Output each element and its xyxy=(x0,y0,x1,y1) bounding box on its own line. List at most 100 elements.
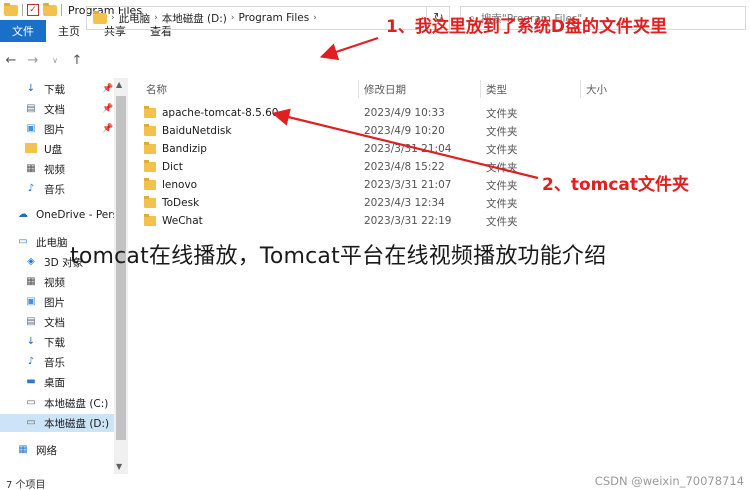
sidebar-item-videos[interactable]: ▦ 视频 xyxy=(24,273,65,291)
sidebar-item-music[interactable]: ♪ 音乐 xyxy=(24,180,65,198)
sidebar-item-drive-d[interactable]: ▭ 本地磁盘 (D:) xyxy=(0,414,114,432)
back-button[interactable]: ← xyxy=(0,53,22,68)
cube-icon: ◈ xyxy=(27,256,35,267)
annotation-note-1: 1、我这里放到了系统D盘的文件夹里 xyxy=(386,17,667,37)
drive-icon: ▭ xyxy=(26,417,36,428)
sidebar-item-videos[interactable]: ▦ 视频 xyxy=(24,160,65,178)
properties-icon[interactable]: ✓ xyxy=(27,4,39,16)
sidebar-item-pictures[interactable]: ▣ 图片 xyxy=(24,293,65,311)
recent-locations-icon[interactable]: ∨ xyxy=(44,56,66,65)
picture-icon: ▣ xyxy=(26,123,36,134)
sidebar-item-this-pc[interactable]: ▭ 此电脑 xyxy=(16,233,67,251)
chevron-right-icon[interactable]: › xyxy=(154,13,158,23)
sidebar-item-downloads[interactable]: ↓ 下载 xyxy=(24,80,65,98)
breadcrumb-this-pc[interactable]: 此电脑 xyxy=(119,11,151,26)
divider xyxy=(61,4,62,16)
music-icon: ♪ xyxy=(27,183,35,194)
navigation-pane: ↓ 下载 📌 ▤ 文档 📌 ▣ 图片 📌 U盘 ▦ 视频 ♪ 音乐 ☁ OneD… xyxy=(0,78,128,474)
column-header-type[interactable]: 类型 xyxy=(486,82,507,97)
navigation-bar: ← → ∨ ↑ xyxy=(0,42,750,78)
file-type: 文件夹 xyxy=(486,107,518,120)
item-count: 7 个项目 xyxy=(6,480,46,490)
column-header-date[interactable]: 修改日期 xyxy=(364,82,406,97)
divider xyxy=(22,4,23,16)
file-date: 2023/3/31 21:04 xyxy=(364,143,452,155)
sidebar-item-pictures[interactable]: ▣ 图片 xyxy=(24,120,65,138)
file-name: lenovo xyxy=(162,179,198,191)
file-name: Bandizip xyxy=(162,143,207,155)
folder-icon xyxy=(144,214,156,226)
breadcrumb-program-files[interactable]: Program Files xyxy=(238,12,309,24)
forward-button[interactable]: → xyxy=(22,53,44,68)
table-row[interactable]: ToDesk 2023/4/3 12:34 文件夹 xyxy=(140,194,610,212)
sidebar-item-music[interactable]: ♪ 音乐 xyxy=(24,353,65,371)
folder-icon xyxy=(144,124,156,136)
folder-icon xyxy=(93,10,107,24)
music-icon: ♪ xyxy=(27,356,35,367)
file-date: 2023/4/8 15:22 xyxy=(364,161,445,173)
drive-icon: ▭ xyxy=(26,397,36,408)
tab-file[interactable]: 文件 xyxy=(0,20,46,42)
file-type: 文件夹 xyxy=(486,143,518,156)
download-icon: ↓ xyxy=(26,83,36,94)
sidebar-item-desktop[interactable]: ▬ 桌面 xyxy=(24,373,65,391)
column-header-name[interactable]: 名称 xyxy=(146,82,167,97)
document-icon: ▤ xyxy=(26,316,36,327)
table-row[interactable]: lenovo 2023/3/31 21:07 文件夹 xyxy=(140,176,610,194)
table-row[interactable]: apache-tomcat-8.5.60 2023/4/9 10:33 文件夹 xyxy=(140,104,610,122)
table-row[interactable]: Dict 2023/4/8 15:22 文件夹 xyxy=(140,158,610,176)
file-date: 2023/3/31 21:07 xyxy=(364,179,452,191)
sidebar-item-drive-c[interactable]: ▭ 本地磁盘 (C:) xyxy=(24,394,108,412)
folder-icon xyxy=(144,160,156,172)
new-folder-icon[interactable] xyxy=(43,2,57,16)
file-name: BaiduNetdisk xyxy=(162,125,232,137)
folder-icon xyxy=(144,178,156,190)
column-divider[interactable] xyxy=(480,80,481,98)
pin-icon: 📌 xyxy=(102,84,114,94)
annotation-note-2: 2、tomcat文件夹 xyxy=(542,175,690,195)
sidebar-item-usb[interactable]: U盘 xyxy=(24,140,62,158)
chevron-right-icon[interactable]: › xyxy=(111,13,115,23)
overlay-caption: tomcat在线播放，Tomcat平台在线视频播放功能介绍 xyxy=(70,244,607,269)
scroll-down-icon[interactable]: ▼ xyxy=(116,462,122,471)
column-header-size[interactable]: 大小 xyxy=(586,82,607,97)
chevron-right-icon[interactable]: › xyxy=(313,13,317,23)
folder-icon xyxy=(24,143,38,155)
file-name: WeChat xyxy=(162,215,203,227)
file-type: 文件夹 xyxy=(486,179,518,192)
sidebar-item-network[interactable]: ▦ 网络 xyxy=(16,441,57,459)
folder-icon xyxy=(144,106,156,118)
file-date: 2023/4/9 10:20 xyxy=(364,125,445,137)
sidebar-item-documents[interactable]: ▤ 文档 xyxy=(24,313,65,331)
file-name: apache-tomcat-8.5.60 xyxy=(162,107,279,119)
folder-icon xyxy=(4,2,18,16)
folder-icon xyxy=(144,196,156,208)
scroll-up-icon[interactable]: ▲ xyxy=(116,80,122,89)
sidebar-item-downloads[interactable]: ↓ 下载 xyxy=(24,333,65,351)
computer-icon: ▭ xyxy=(18,236,28,247)
pin-icon: 📌 xyxy=(102,124,114,134)
table-row[interactable]: WeChat 2023/3/31 22:19 文件夹 xyxy=(140,212,610,230)
file-type: 文件夹 xyxy=(486,215,518,228)
breadcrumb-drive-d[interactable]: 本地磁盘 (D:) xyxy=(162,11,227,26)
up-button[interactable]: ↑ xyxy=(66,53,88,68)
file-date: 2023/4/3 12:34 xyxy=(364,197,445,209)
network-icon: ▦ xyxy=(18,444,28,455)
file-date: 2023/3/31 22:19 xyxy=(364,215,452,227)
file-type: 文件夹 xyxy=(486,161,518,174)
sidebar-item-documents[interactable]: ▤ 文档 xyxy=(24,100,65,118)
file-name: ToDesk xyxy=(162,197,200,209)
video-icon: ▦ xyxy=(26,163,36,174)
watermark: CSDN @weixin_70078714 xyxy=(594,474,744,488)
column-divider[interactable] xyxy=(358,80,359,98)
table-row[interactable]: Bandizip 2023/3/31 21:04 文件夹 xyxy=(140,140,610,158)
table-row[interactable]: BaiduNetdisk 2023/4/9 10:20 文件夹 xyxy=(140,122,610,140)
sidebar-item-onedrive[interactable]: ☁ OneDrive - Perso xyxy=(16,206,124,224)
file-type: 文件夹 xyxy=(486,197,518,210)
document-icon: ▤ xyxy=(26,103,36,114)
cloud-icon: ☁ xyxy=(18,209,28,220)
chevron-right-icon[interactable]: › xyxy=(231,13,235,23)
picture-icon: ▣ xyxy=(26,296,36,307)
file-name: Dict xyxy=(162,161,183,173)
column-divider[interactable] xyxy=(580,80,581,98)
